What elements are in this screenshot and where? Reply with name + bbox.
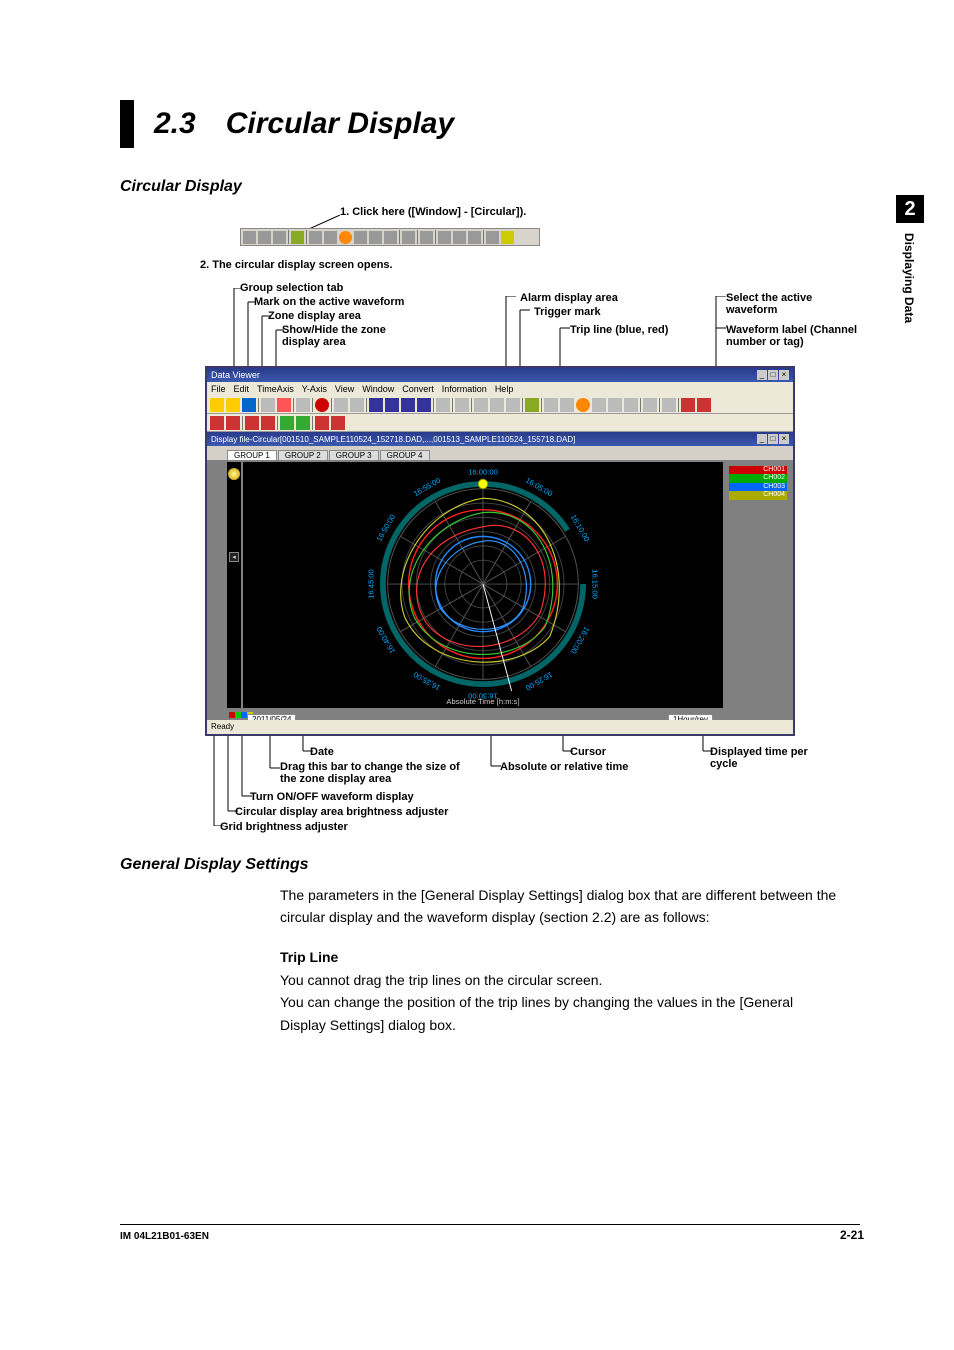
footer-doc-id: IM 04L21B01-63EN [120,1231,209,1242]
doc-window-controls[interactable]: _□× [757,434,789,444]
menu-edit[interactable]: Edit [234,384,250,394]
doc-titlebar: Display file-Circular[001510_SAMPLE11052… [207,432,793,446]
svg-text:16:45:00: 16:45:00 [366,569,375,599]
circular-icon[interactable] [339,231,352,244]
callout-select-active: Select the active waveform [726,292,856,316]
group-tabs[interactable]: GROUP 1 GROUP 2 GROUP 3 GROUP 4 [207,446,793,460]
doc-title-text: Display file-Circular[001510_SAMPLE11052… [211,435,575,444]
toolbar-row-2[interactable] [207,414,793,432]
chapter-side-tab: 2 Displaying Data [896,195,924,425]
legend-ch1[interactable]: CH001 [729,466,787,474]
section-title: Circular Display [226,107,454,141]
callout-waveform-label: Waveform label (Channel number or tag) [726,324,876,348]
menu-yaxis[interactable]: Y-Axis [302,384,327,394]
app-window: Data Viewer _□× File Edit TimeAxis Y-Axi… [205,366,795,736]
general-paragraph: The parameters in the [General Display S… [280,884,840,929]
menu-window[interactable]: Window [362,384,394,394]
xaxis-label: Absolute Time [h:m:s] [446,697,519,706]
tab-group4[interactable]: GROUP 4 [380,450,430,460]
general-heading: General Display Settings [120,856,860,874]
legend-ch3[interactable]: CH003 [729,483,787,491]
heading-bar-icon [120,100,134,148]
tab-group1[interactable]: GROUP 1 [227,450,277,460]
svg-text:16:10:00: 16:10:00 [569,513,592,543]
svg-text:16:00:00: 16:00:00 [468,467,498,476]
section-heading: 2.3 Circular Display [120,100,860,148]
toolbar-row-1[interactable] [207,396,793,414]
callout-showhide-zone: Show/Hide the zone display area [282,324,422,348]
menu-file[interactable]: File [211,384,226,394]
tripline-p1: You cannot drag the trip lines on the ci… [280,969,840,991]
status-bar: Ready [207,720,793,734]
section-number: 2.3 [154,107,196,141]
zone-toggle-button[interactable]: ◂ [229,552,239,562]
menu-timeaxis[interactable]: TimeAxis [257,384,294,394]
active-waveform-mark-icon [228,468,240,480]
zone-display-area[interactable]: ◂ [227,462,241,708]
callout-step1: 1. Click here ([Window] - [Circular]). [340,206,526,218]
callout-trip-line: Trip line (blue, red) [570,324,668,336]
callout-step2: 2. The circular display screen opens. [200,259,393,271]
legend-ch4[interactable]: CH004 [729,491,787,499]
footer-page: 2-21 [840,1228,864,1242]
menu-convert[interactable]: Convert [402,384,434,394]
footer-rule [120,1224,860,1225]
menu-info[interactable]: Information [442,384,487,394]
window-title: Data Viewer [211,370,260,380]
legend-ch2[interactable]: CH002 [729,474,787,482]
menubar[interactable]: File Edit TimeAxis Y-Axis View Window Co… [207,382,793,396]
tripline-p2: You can change the position of the trip … [280,991,840,1036]
waveform-legend[interactable]: CH001 CH002 CH003 CH004 [729,466,787,500]
subsection-heading: Circular Display [120,178,860,196]
document-area: Display file-Circular[001510_SAMPLE11052… [207,432,793,732]
tripline-heading: Trip Line [280,949,840,965]
svg-text:16:15:00: 16:15:00 [591,569,600,599]
window-controls[interactable]: _□× [757,370,789,380]
menu-view[interactable]: View [335,384,354,394]
menu-help[interactable]: Help [495,384,514,394]
circular-display-area[interactable]: 16:00:0016:05:0016:10:0016:15:0016:20:00… [243,462,723,708]
toolbar-mini [240,228,540,246]
chapter-number-badge: 2 [896,195,924,223]
figure: 1. Click here ([Window] - [Circular]). 2… [200,206,900,846]
tab-group3[interactable]: GROUP 3 [329,450,379,460]
tab-group2[interactable]: GROUP 2 [278,450,328,460]
window-titlebar: Data Viewer _□× [207,368,793,382]
